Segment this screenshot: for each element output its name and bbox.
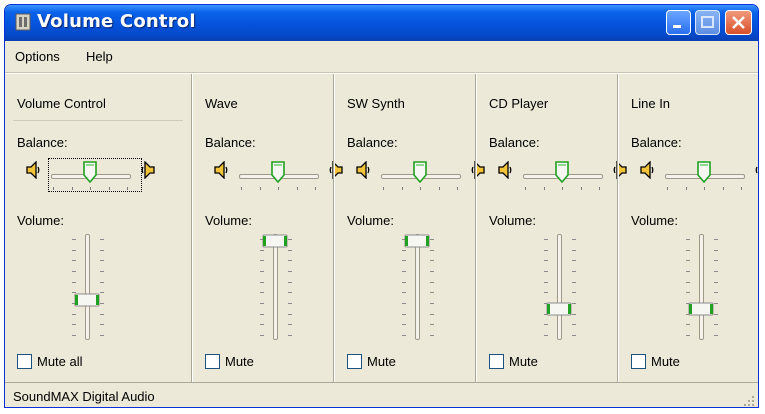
title-bar[interactable]: Volume Control bbox=[5, 5, 758, 41]
checkbox-box[interactable] bbox=[489, 354, 504, 369]
balance-label: Balance: bbox=[489, 135, 540, 150]
minimize-icon bbox=[673, 25, 681, 28]
balance-slider-thumb[interactable] bbox=[271, 161, 285, 188]
close-icon bbox=[732, 16, 745, 29]
balance-slider-thumb[interactable] bbox=[555, 161, 569, 188]
menu-options[interactable]: Options bbox=[15, 49, 60, 64]
focus-rectangle bbox=[48, 158, 142, 192]
right-speaker-icon bbox=[141, 160, 155, 184]
channel-title: Line In bbox=[631, 96, 671, 111]
close-button[interactable] bbox=[725, 10, 752, 35]
balance-label: Balance: bbox=[205, 135, 256, 150]
mixer-column: SW Synth Balance: Volume: Mute bbox=[335, 74, 485, 382]
left-speaker-icon bbox=[26, 160, 40, 184]
checkbox-box[interactable] bbox=[205, 354, 220, 369]
balance-label: Balance: bbox=[17, 135, 68, 150]
checkbox-box[interactable] bbox=[347, 354, 362, 369]
mute-label: Mute bbox=[651, 354, 680, 369]
balance-label: Balance: bbox=[347, 135, 398, 150]
menu-help[interactable]: Help bbox=[86, 49, 113, 64]
checkbox-box[interactable] bbox=[631, 354, 646, 369]
left-speaker-icon bbox=[498, 160, 512, 184]
volume-slider-thumb[interactable] bbox=[546, 302, 572, 321]
right-speaker-icon bbox=[755, 161, 758, 184]
volume-ticks bbox=[686, 239, 718, 336]
maximize-button[interactable] bbox=[695, 10, 720, 35]
volume-slider-thumb[interactable] bbox=[688, 302, 714, 321]
channel-title: CD Player bbox=[489, 96, 549, 111]
status-bar: SoundMAX Digital Audio bbox=[5, 382, 758, 407]
volume-slider-thumb[interactable] bbox=[404, 234, 430, 253]
minimize-button[interactable] bbox=[666, 10, 691, 35]
maximize-icon bbox=[701, 16, 714, 28]
left-speaker-icon bbox=[356, 160, 370, 184]
volume-ticks bbox=[72, 239, 104, 336]
volume-label: Volume: bbox=[489, 213, 536, 228]
left-speaker-icon bbox=[640, 160, 654, 184]
channel-title: SW Synth bbox=[347, 96, 405, 111]
channel-title: Wave bbox=[205, 96, 238, 111]
channel-title: Volume Control bbox=[17, 96, 106, 111]
mixer-column: Wave Balance: Volume: Mute bbox=[193, 74, 343, 382]
volume-label: Volume: bbox=[347, 213, 394, 228]
mixer-panels: Volume Control Balance: Volume: Mute all Wav… bbox=[5, 73, 758, 382]
mute-label: Mute bbox=[367, 354, 396, 369]
resize-grip-icon[interactable] bbox=[743, 395, 755, 407]
menu-help-label: Help bbox=[86, 49, 113, 64]
mixer-column: CD Player Balance: Volume: Mute bbox=[477, 74, 627, 382]
mixer-column: Volume Control Balance: Volume: Mute all bbox=[5, 74, 191, 382]
left-speaker-icon bbox=[214, 160, 228, 184]
balance-slider-thumb[interactable] bbox=[413, 161, 427, 188]
volume-ticks bbox=[544, 239, 576, 336]
menu-options-label: Options bbox=[15, 49, 60, 64]
balance-label: Balance: bbox=[631, 135, 682, 150]
mixer-column: Line In Balance: Volume: Mute bbox=[619, 74, 758, 382]
volume-label: Volume: bbox=[631, 213, 678, 228]
volume-slider-thumb[interactable] bbox=[74, 293, 100, 312]
volume-label: Volume: bbox=[205, 213, 252, 228]
checkbox-box[interactable] bbox=[17, 354, 32, 369]
status-text: SoundMAX Digital Audio bbox=[13, 389, 155, 404]
mute-label: Mute all bbox=[37, 354, 83, 369]
speaker-app-icon bbox=[15, 13, 31, 31]
balance-slider-thumb[interactable] bbox=[697, 161, 711, 188]
mute-label: Mute bbox=[509, 354, 538, 369]
volume-slider-thumb[interactable] bbox=[262, 234, 288, 253]
window-title: Volume Control bbox=[37, 11, 196, 32]
mute-label: Mute bbox=[225, 354, 254, 369]
title-underline bbox=[13, 120, 183, 121]
volume-label: Volume: bbox=[17, 213, 64, 228]
volume-control-window: Volume Control Options Help Volume Contr… bbox=[4, 4, 759, 408]
menu-bar: Options Help bbox=[5, 42, 758, 73]
